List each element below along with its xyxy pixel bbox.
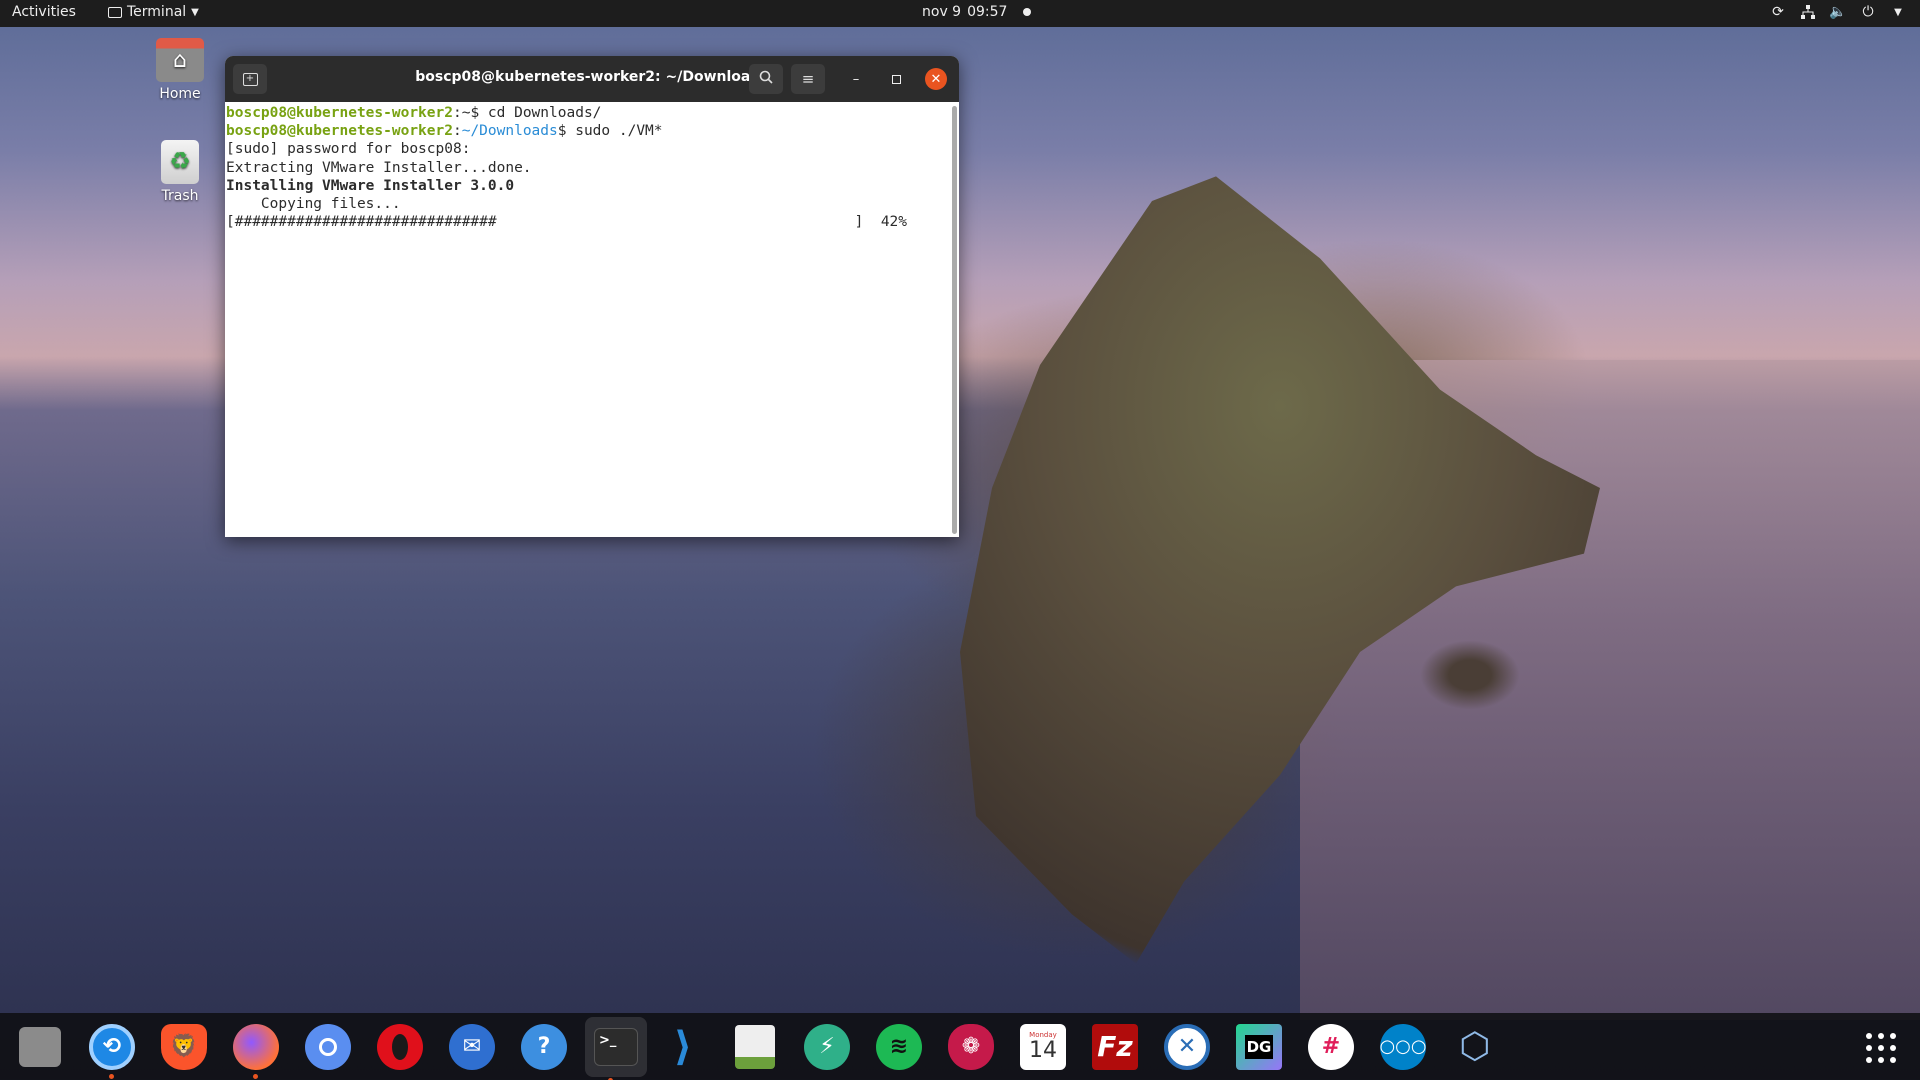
prompt-path: ~/Downloads xyxy=(461,123,558,140)
remmina-icon: ✕ xyxy=(1164,1023,1210,1070)
wallpaper-rock xyxy=(1420,640,1520,710)
app-menu-label: Terminal xyxy=(127,4,187,20)
progress-line: [############################## ] 42% xyxy=(226,213,959,231)
datagrip-icon: DG xyxy=(1236,1023,1282,1070)
raspberry-icon: ❁ xyxy=(948,1023,994,1070)
files-icon xyxy=(19,1026,61,1067)
virtualbox-icon: ⬡ xyxy=(1459,1026,1491,1067)
system-tray[interactable]: ⟳ 🔈 ⏻ ▼ xyxy=(1770,4,1906,20)
clock-date: nov 9 xyxy=(922,4,962,20)
clock-time: 09:57 xyxy=(967,4,1008,20)
terminal-line: boscp08@kubernetes-worker2:~/Downloads$ … xyxy=(226,122,959,140)
calendar-icon: Monday 14 xyxy=(1020,1023,1066,1070)
menu-button[interactable]: ≡ xyxy=(791,64,825,94)
prompt-user: boscp08@kubernetes-worker2 xyxy=(226,105,453,121)
volume-icon[interactable]: 🔈 xyxy=(1829,4,1846,20)
command-text: $ sudo ./VM* xyxy=(557,123,663,140)
trash-icon xyxy=(161,140,199,184)
terminal-window[interactable]: + boscp08@kubernetes-worker2: ~/Download… xyxy=(225,56,959,537)
close-icon: ✕ xyxy=(930,71,942,87)
terminal-line: Copying files... xyxy=(226,196,401,213)
dock-filezilla[interactable]: Fz xyxy=(1089,1021,1141,1073)
opera-icon xyxy=(377,1023,423,1070)
close-button[interactable]: ✕ xyxy=(925,68,947,90)
prompt-user: boscp08@kubernetes-worker2 xyxy=(226,123,453,140)
terminal-line: Installing VMware Installer 3.0.0 xyxy=(226,177,515,194)
desktop-home-label: Home xyxy=(159,86,201,102)
vscode-icon: ⟩ xyxy=(673,1023,693,1070)
show-applications-button[interactable] xyxy=(1866,1033,1896,1063)
terminal-line: boscp08@kubernetes-worker2:~$ cd Downloa… xyxy=(226,104,959,122)
dock-calendar[interactable]: Monday 14 xyxy=(1017,1021,1069,1073)
activities-button[interactable]: Activities xyxy=(12,4,76,20)
spotify-icon: ≋ xyxy=(876,1023,922,1070)
terminal-titlebar[interactable]: + boscp08@kubernetes-worker2: ~/Download… xyxy=(225,56,959,102)
top-bar: Activities Terminal ▼ nov 9 09:57 ⟳ 🔈 ⏻ … xyxy=(0,0,1920,27)
prompt-path: :~ xyxy=(452,105,471,121)
search-icon xyxy=(759,70,773,88)
minimize-icon: – xyxy=(852,71,860,87)
system-menu-chevron-icon[interactable]: ▼ xyxy=(1890,4,1906,20)
dock-thunderbird[interactable]: ✉ xyxy=(446,1021,498,1073)
search-button[interactable] xyxy=(749,64,783,94)
dock-terminal[interactable]: >_ xyxy=(585,1016,647,1080)
nextcloud-icon: ○○○ xyxy=(1379,1023,1427,1070)
dock-remmina[interactable]: ✕ xyxy=(1161,1021,1213,1073)
firefox-icon xyxy=(233,1023,279,1070)
dock-bolt[interactable]: ⚡ xyxy=(801,1021,853,1073)
thunderbird-icon: ✉ xyxy=(449,1023,495,1070)
chromium-icon xyxy=(305,1023,351,1070)
dock-timeshift[interactable]: ⟲ xyxy=(86,1021,138,1079)
notification-dot-icon xyxy=(1023,8,1032,16)
dock-brave[interactable]: 🦁 xyxy=(158,1021,210,1073)
calendar-day: 14 xyxy=(1029,1037,1057,1063)
dock-nextcloud[interactable]: ○○○ xyxy=(1377,1021,1429,1073)
desktop-home[interactable]: Home xyxy=(140,38,220,102)
chevron-down-icon: ▼ xyxy=(191,6,199,18)
dock-help[interactable]: ? xyxy=(518,1021,570,1073)
dock-raspberry[interactable]: ❁ xyxy=(945,1021,997,1073)
timeshift-tray-icon[interactable]: ⟳ xyxy=(1770,4,1786,20)
dock: ⟲ 🦁 ✉ ? >_ ⟩ ⚡ ≋ ❁ Monday 14 Fz ✕ DG # ○○… xyxy=(0,1013,1920,1080)
dock-opera[interactable] xyxy=(374,1021,426,1073)
dock-virtualbox[interactable]: ⬡ xyxy=(1449,1021,1501,1073)
minimize-button[interactable]: – xyxy=(845,68,867,90)
desktop-trash-label: Trash xyxy=(161,188,199,204)
dock-vscode[interactable]: ⟩ xyxy=(657,1021,709,1073)
progress-bar-text: [############################## xyxy=(226,214,497,231)
terminal-line: Extracting VMware Installer...done. xyxy=(226,159,532,176)
desktop-trash[interactable]: Trash xyxy=(140,140,220,204)
terminal-icon: >_ xyxy=(594,1027,638,1066)
dock-datagrip[interactable]: DG xyxy=(1233,1021,1285,1073)
maximize-button[interactable] xyxy=(885,68,907,90)
dock-chromium[interactable] xyxy=(302,1021,354,1073)
network-icon[interactable] xyxy=(1800,4,1816,20)
dock-firefox[interactable] xyxy=(230,1021,282,1079)
dock-text-editor[interactable] xyxy=(729,1021,781,1073)
power-icon[interactable]: ⏻ xyxy=(1860,4,1876,20)
bolt-icon: ⚡ xyxy=(804,1023,850,1070)
command-text: $ cd Downloads/ xyxy=(470,105,602,121)
clock[interactable]: nov 9 09:57 xyxy=(922,4,1032,20)
terminal-output[interactable]: boscp08@kubernetes-worker2:~$ cd Downloa… xyxy=(225,102,959,537)
brave-icon: 🦁 xyxy=(161,1023,207,1070)
progress-percent: ] 42% xyxy=(854,214,908,231)
home-folder-icon xyxy=(156,38,204,82)
help-icon: ? xyxy=(521,1023,567,1070)
terminal-line: [sudo] password for boscp08: xyxy=(226,141,471,158)
dock-slack[interactable]: # xyxy=(1305,1021,1357,1073)
dock-files[interactable] xyxy=(14,1021,66,1073)
timeshift-icon: ⟲ xyxy=(89,1023,135,1070)
text-editor-icon xyxy=(735,1024,775,1069)
hamburger-menu-icon: ≡ xyxy=(801,70,815,88)
app-menu[interactable]: Terminal ▼ xyxy=(108,4,199,20)
terminal-app-icon xyxy=(108,6,122,18)
maximize-icon xyxy=(891,74,901,84)
slack-icon: # xyxy=(1308,1023,1354,1070)
dock-spotify[interactable]: ≋ xyxy=(873,1021,925,1073)
filezilla-icon: Fz xyxy=(1092,1023,1138,1070)
prompt-separator: : xyxy=(452,123,462,140)
terminal-scrollbar[interactable] xyxy=(952,106,957,534)
